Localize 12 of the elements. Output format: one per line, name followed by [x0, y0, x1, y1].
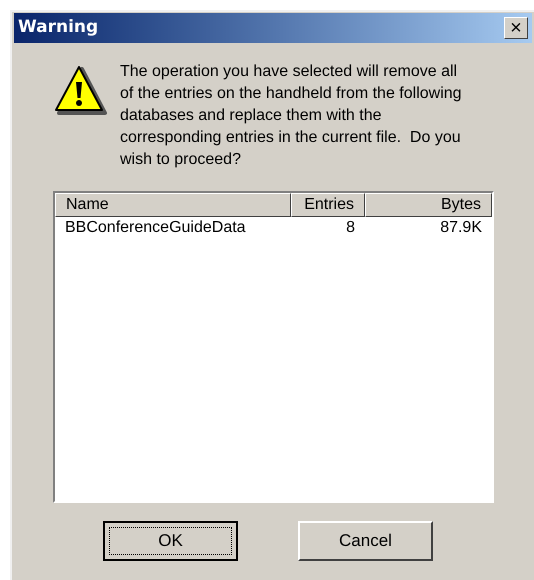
column-header[interactable]: Bytes — [365, 193, 492, 217]
dialog-button[interactable]: Cancel — [298, 521, 433, 561]
table-cell-text: BBConferenceGuideData — [64, 218, 247, 238]
window-title: Warning — [18, 16, 98, 40]
table-cell-text: 87.9K — [439, 218, 483, 238]
dialog-button[interactable]: OK — [103, 521, 238, 561]
warning-message: The operation you have selected will remove all of the entries on the handheld from the following databases and replace them with the corresponding entries in the current file. Do you wish to proceed? — [120, 62, 463, 170]
close-button[interactable]: × — [504, 17, 528, 39]
table-cell-text: 8 — [345, 218, 356, 238]
column-header[interactable]: Name — [55, 193, 291, 217]
warning-icon — [52, 65, 108, 117]
column-header[interactable]: Entries — [291, 193, 365, 217]
